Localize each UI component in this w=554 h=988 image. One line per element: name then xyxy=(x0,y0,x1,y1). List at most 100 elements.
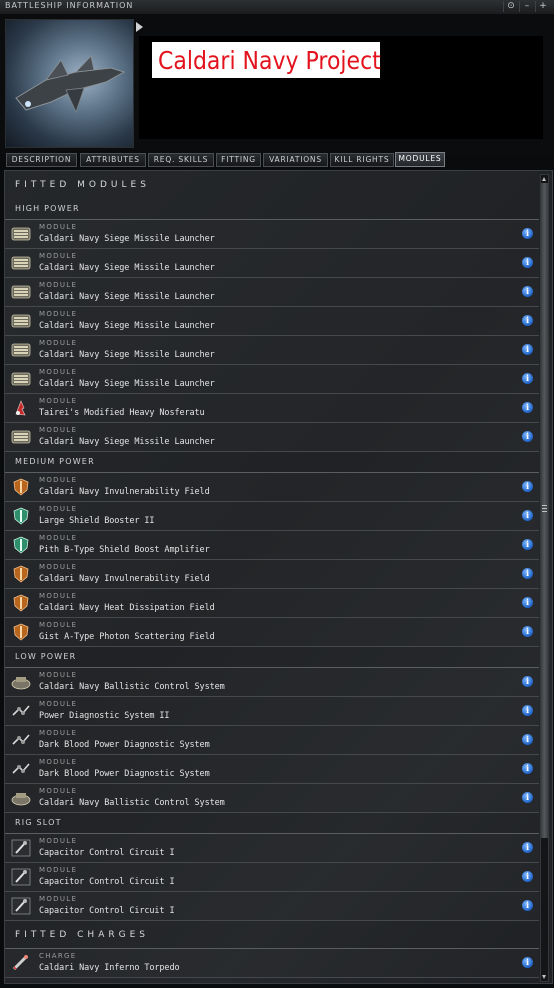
tab-req-skills[interactable]: REQ. SKILLS xyxy=(148,153,214,167)
torpedo-icon xyxy=(10,953,32,973)
module-row[interactable]: MODULE Caldari Navy Siege Missile Launche… xyxy=(5,336,539,365)
window-minimize-button[interactable]: – xyxy=(519,1,534,12)
info-icon[interactable]: i xyxy=(522,792,533,803)
tab-fitting[interactable]: FITTING xyxy=(216,153,261,167)
info-icon[interactable]: i xyxy=(522,431,533,442)
module-row[interactable]: MODULE Power Diagnostic System II i xyxy=(5,697,539,726)
module-kind: MODULE xyxy=(39,866,78,874)
window-options-button[interactable]: ⊙ xyxy=(503,1,518,12)
module-kind: MODULE xyxy=(39,223,78,231)
launcher-icon xyxy=(10,340,32,360)
module-row[interactable]: MODULE Capacitor Control Circuit I i xyxy=(5,892,539,921)
window-maximize-button[interactable]: + xyxy=(535,1,550,12)
module-name: Caldari Navy Siege Missile Launcher xyxy=(39,234,215,244)
module-name: Caldari Navy Heat Dissipation Field xyxy=(39,603,215,613)
module-row[interactable]: MODULE Capacitor Control Circuit I i xyxy=(5,834,539,863)
module-name: Caldari Navy Invulnerability Field xyxy=(39,487,210,497)
info-icon[interactable]: i xyxy=(522,568,533,579)
info-icon[interactable]: i xyxy=(522,842,533,853)
nosferatu-icon xyxy=(10,398,32,418)
module-name: Pith B-Type Shield Boost Amplifier xyxy=(39,545,210,555)
group-header-label: MEDIUM POWER xyxy=(15,457,95,466)
launcher-icon xyxy=(10,427,32,447)
launcher-icon xyxy=(10,311,32,331)
info-icon[interactable]: i xyxy=(522,257,533,268)
module-kind: MODULE xyxy=(39,505,78,513)
info-icon[interactable]: i xyxy=(522,705,533,716)
module-name: Capacitor Control Circuit I xyxy=(39,848,175,858)
info-icon[interactable]: i xyxy=(522,626,533,637)
module-row[interactable]: MODULE Tairei's Modified Heavy Nosferatu i xyxy=(5,394,539,423)
module-name: Caldari Navy Siege Missile Launcher xyxy=(39,263,215,273)
module-row[interactable]: MODULE Caldari Navy Invulnerability Field… xyxy=(5,560,539,589)
info-icon[interactable]: i xyxy=(522,676,533,687)
module-row[interactable]: MODULE Caldari Navy Siege Missile Launche… xyxy=(5,249,539,278)
info-icon[interactable]: i xyxy=(522,344,533,355)
module-kind: MODULE xyxy=(39,339,78,347)
charges-divider xyxy=(5,929,539,949)
info-icon[interactable]: i xyxy=(522,315,533,326)
ship-name: Caldari Navy Project xyxy=(158,46,381,75)
shield-booster-icon xyxy=(10,535,32,555)
module-name: Caldari Navy Ballistic Control System xyxy=(39,798,225,808)
module-kind: MODULE xyxy=(39,397,78,405)
scroll-up-icon[interactable] xyxy=(542,177,546,181)
window-titlebar[interactable]: BATTLESHIP INFORMATION ⊙ – + xyxy=(0,0,554,15)
shield-field-icon xyxy=(10,477,32,497)
tab-variations[interactable]: VARIATIONS xyxy=(263,153,328,167)
info-icon[interactable]: i xyxy=(522,900,533,911)
module-row[interactable]: MODULE Caldari Navy Siege Missile Launche… xyxy=(5,365,539,394)
module-kind: MODULE xyxy=(39,534,78,542)
info-icon[interactable]: i xyxy=(522,957,533,968)
info-icon[interactable]: i xyxy=(522,228,533,239)
module-row[interactable]: MODULE Caldari Navy Ballistic Control Sys… xyxy=(5,668,539,697)
ballistic-control-icon xyxy=(10,672,32,692)
info-icon[interactable]: i xyxy=(522,481,533,492)
info-icon[interactable]: i xyxy=(522,871,533,882)
tab-modules[interactable]: MODULES xyxy=(395,152,445,167)
ship-render-image[interactable] xyxy=(5,19,134,148)
tab-attributes[interactable]: ATTRIBUTES xyxy=(80,153,146,167)
module-row[interactable]: MODULE Gist A-Type Photon Scattering Fiel… xyxy=(5,618,539,647)
module-row[interactable]: MODULE Capacitor Control Circuit I i xyxy=(5,863,539,892)
group-header: MEDIUM POWER xyxy=(5,453,539,473)
tab-kill-rights[interactable]: KILL RIGHTS xyxy=(330,153,394,167)
power-diagnostic-icon xyxy=(10,759,32,779)
module-row[interactable]: MODULE Caldari Navy Siege Missile Launche… xyxy=(5,423,539,452)
group-header: HIGH POWER xyxy=(5,200,539,220)
play-icon[interactable] xyxy=(136,22,143,32)
module-row[interactable]: MODULE Caldari Navy Siege Missile Launche… xyxy=(5,307,539,336)
module-name: Power Diagnostic System II xyxy=(39,711,170,721)
module-name: Capacitor Control Circuit I xyxy=(39,877,175,887)
module-kind: MODULE xyxy=(39,837,78,845)
tab-description[interactable]: DESCRIPTION xyxy=(6,153,77,167)
info-icon[interactable]: i xyxy=(522,402,533,413)
info-icon[interactable]: i xyxy=(522,373,533,384)
module-row[interactable]: MODULE Caldari Navy Heat Dissipation Fiel… xyxy=(5,589,539,618)
info-icon[interactable]: i xyxy=(522,539,533,550)
module-row[interactable]: MODULE Large Shield Booster II i xyxy=(5,502,539,531)
module-row[interactable]: CHARGE Caldari Navy Inferno Torpedo i xyxy=(5,949,539,978)
info-icon[interactable]: i xyxy=(522,734,533,745)
module-row[interactable]: MODULE Dark Blood Power Diagnostic System… xyxy=(5,726,539,755)
module-kind: MODULE xyxy=(39,621,78,629)
module-row[interactable]: MODULE Caldari Navy Siege Missile Launche… xyxy=(5,220,539,249)
module-kind: MODULE xyxy=(39,729,78,737)
module-row[interactable]: MODULE Caldari Navy Ballistic Control Sys… xyxy=(5,784,539,813)
info-icon[interactable]: i xyxy=(522,286,533,297)
launcher-icon xyxy=(10,224,32,244)
module-row[interactable]: MODULE Dark Blood Power Diagnostic System… xyxy=(5,755,539,784)
info-icon[interactable]: i xyxy=(522,763,533,774)
scrollbar[interactable] xyxy=(540,174,549,982)
battleship-icon xyxy=(15,55,126,114)
info-icon[interactable]: i xyxy=(522,510,533,521)
info-icon[interactable]: i xyxy=(522,597,533,608)
group-header-label: RIG SLOT xyxy=(15,818,62,827)
scroll-down-icon[interactable] xyxy=(542,975,546,979)
module-row[interactable]: MODULE Caldari Navy Siege Missile Launche… xyxy=(5,278,539,307)
module-kind: CHARGE xyxy=(39,952,77,960)
module-row[interactable]: MODULE Caldari Navy Invulnerability Field… xyxy=(5,473,539,502)
module-row[interactable]: MODULE Pith B-Type Shield Boost Amplifier… xyxy=(5,531,539,560)
shield-field-icon xyxy=(10,564,32,584)
rig-icon xyxy=(10,867,32,887)
